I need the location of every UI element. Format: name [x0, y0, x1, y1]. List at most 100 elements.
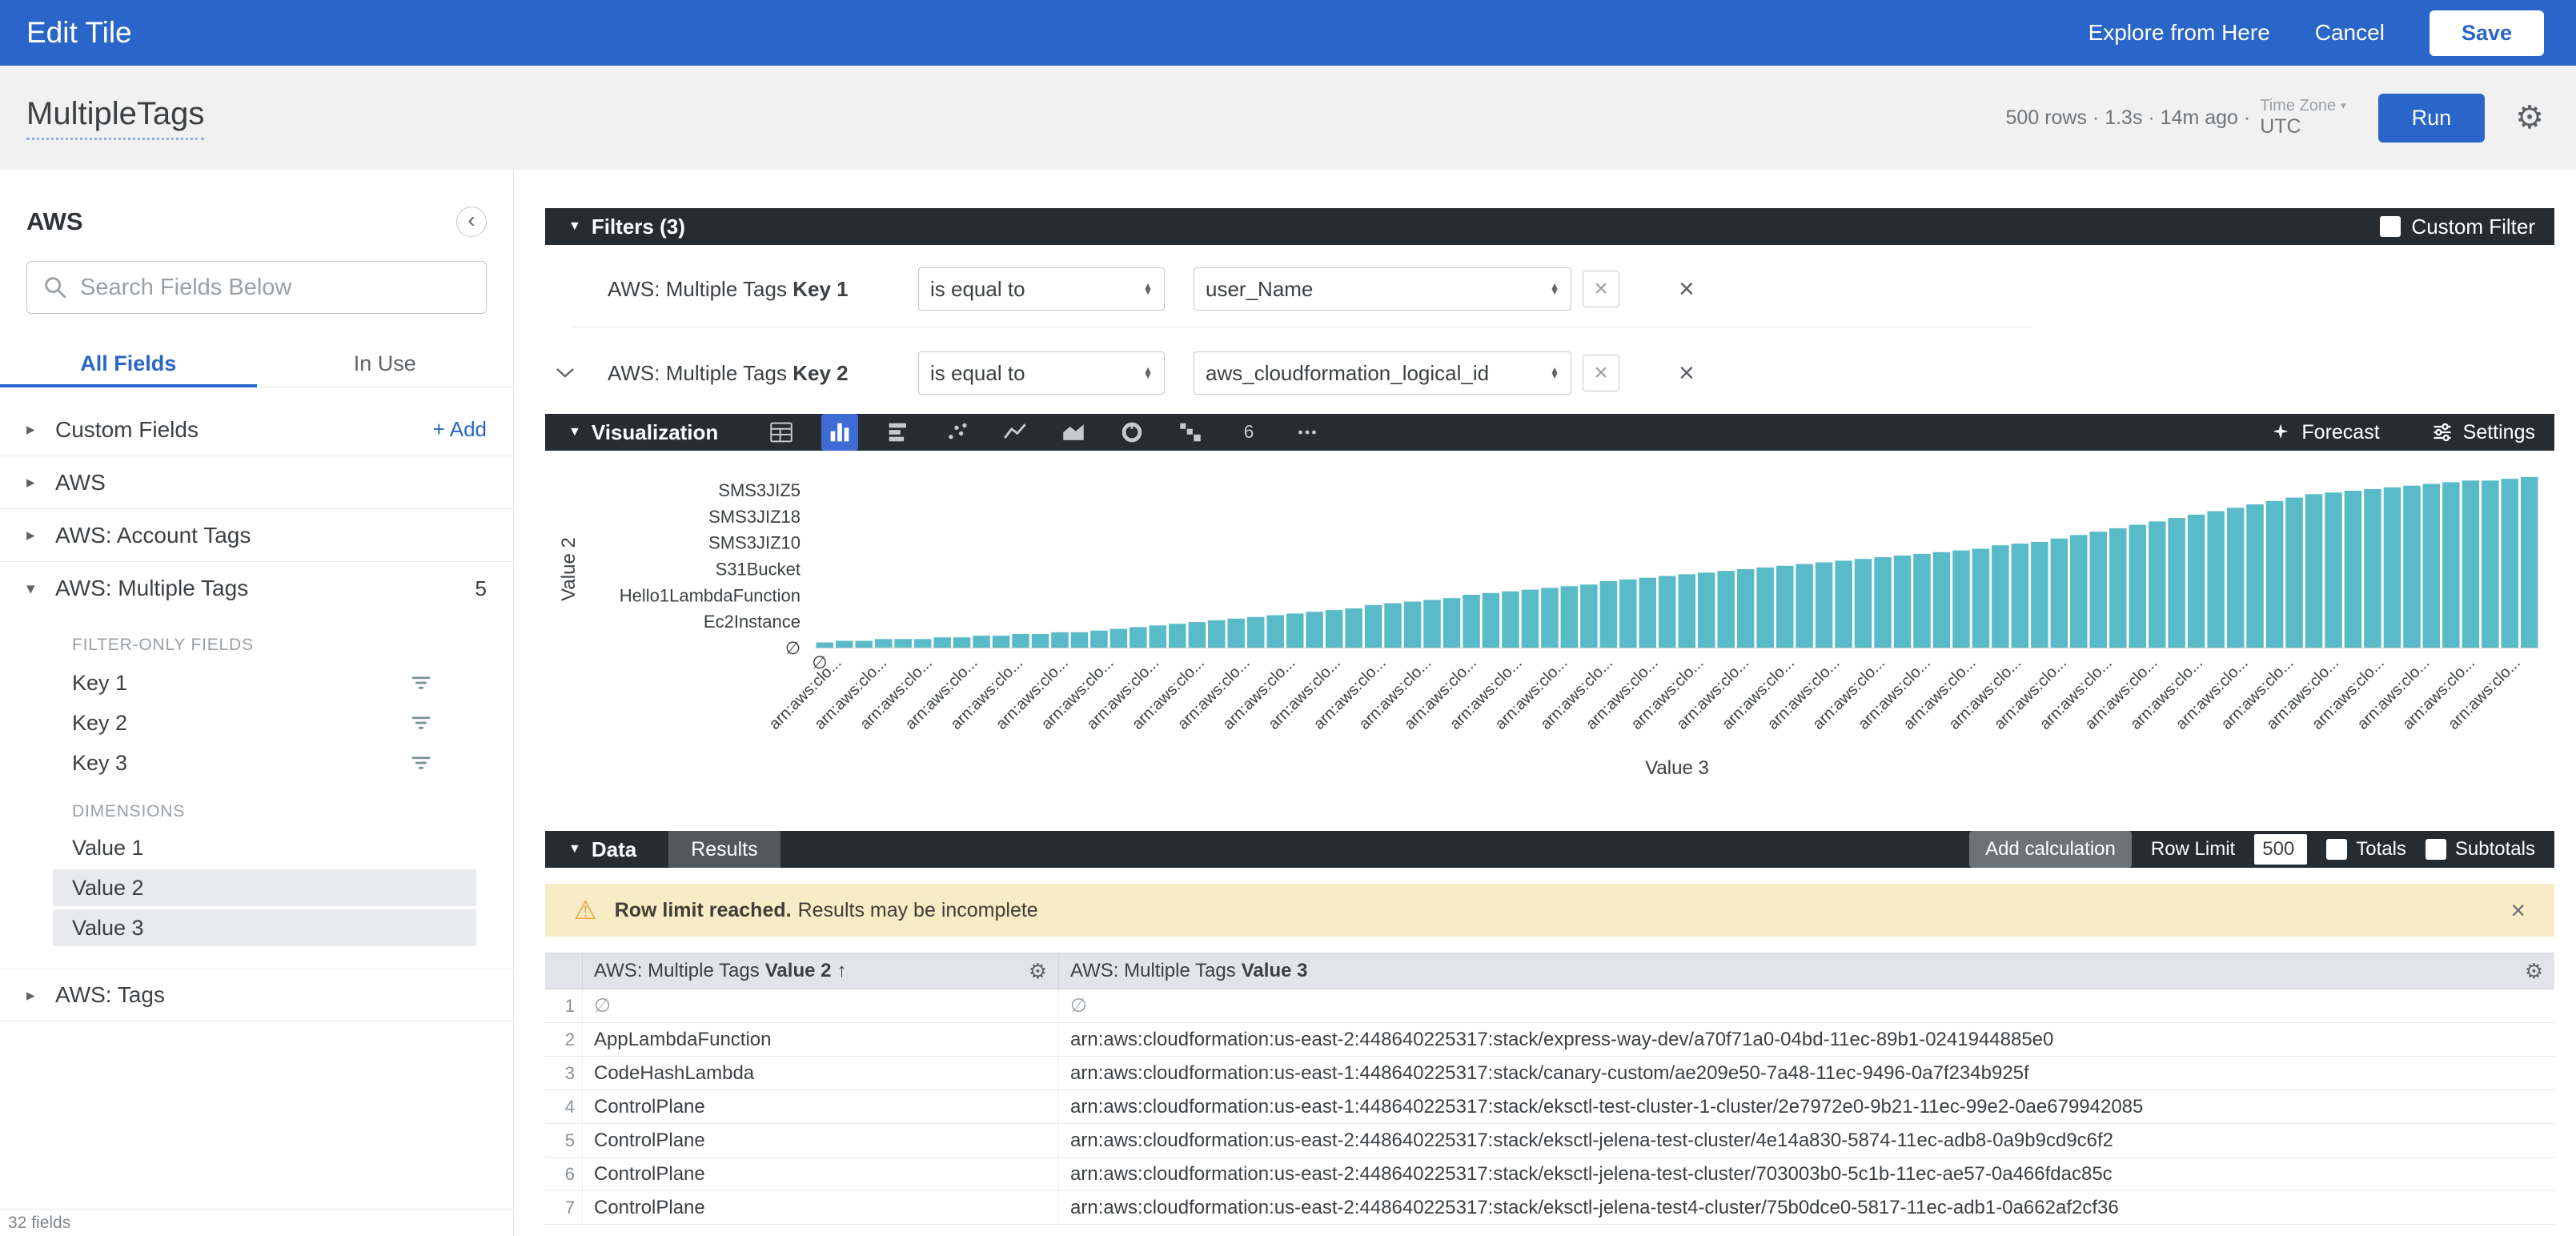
filter-operator-select[interactable]: is equal to▲▼	[918, 351, 1165, 395]
cell-value2[interactable]: ControlPlane	[583, 1090, 1059, 1123]
filters-header-bar[interactable]: ▼ Filters (3) Custom Filter	[545, 208, 2554, 245]
subtotals-toggle[interactable]: Subtotals	[2426, 838, 2535, 861]
remove-filter-button[interactable]: ×	[1679, 358, 1695, 389]
sidebar-field-key-2[interactable]: Key 2	[0, 703, 513, 743]
filter-toggle-icon[interactable]	[409, 751, 433, 775]
clear-filter-value-button[interactable]: ×	[1583, 271, 1619, 307]
sidebar-field-value-1[interactable]: Value 1	[53, 829, 476, 866]
row-limit-input[interactable]	[2254, 834, 2307, 865]
section-label: AWS: Multiple Tags	[55, 576, 248, 601]
viz-type-table-icon[interactable]	[763, 414, 800, 451]
sidebar-item-aws-multiple-tags[interactable]: ▾ AWS: Multiple Tags 5	[0, 562, 513, 615]
settings-sliders-icon	[2431, 421, 2454, 443]
filter-expand-chevron-icon[interactable]	[555, 367, 587, 379]
filter-only-fields-list: Key 1Key 2Key 3	[0, 663, 513, 783]
cell-value3[interactable]: arn:aws:cloudformation:us-east-2:4486402…	[1059, 1158, 2554, 1190]
column-header-value2[interactable]: AWS: Multiple TagsValue 2↑ ⚙	[583, 953, 1059, 989]
viz-type-line-icon[interactable]	[997, 414, 1033, 451]
tile-title[interactable]: MultipleTags	[26, 96, 204, 140]
cancel-link[interactable]: Cancel	[2315, 20, 2385, 46]
section-label: AWS: Account Tags	[55, 523, 251, 548]
viz-type-waterfall-icon[interactable]	[1172, 414, 1209, 451]
explore-from-here-link[interactable]: Explore from Here	[2088, 20, 2270, 46]
viz-tools: Forecast Settings	[2269, 421, 2535, 444]
search-input[interactable]	[80, 275, 471, 301]
column-gear-icon[interactable]: ⚙	[2525, 959, 2543, 984]
viz-type-bar-icon[interactable]	[880, 414, 917, 451]
viz-type-area-icon[interactable]	[1055, 414, 1092, 451]
viz-type-more-icon[interactable]	[1289, 414, 1326, 451]
sidebar-item-custom-fields[interactable]: ▸ Custom Fields + Add	[0, 403, 513, 456]
sidebar-field-value-2[interactable]: Value 2	[53, 869, 476, 906]
sidebar-field-key-3[interactable]: Key 3	[0, 743, 513, 783]
close-banner-icon[interactable]: ×	[2510, 896, 2526, 925]
sidebar-item-aws-tags[interactable]: ▸ AWS: Tags	[0, 969, 513, 1021]
cell-value2[interactable]: AppLambdaFunction	[583, 1023, 1059, 1056]
collapse-sidebar-button[interactable]: ‹	[456, 207, 487, 237]
clear-filter-value-button[interactable]: ×	[1583, 355, 1619, 391]
row-number: 1	[545, 989, 583, 1022]
add-custom-field-button[interactable]: + Add	[433, 417, 487, 442]
viz-settings-button[interactable]: Settings	[2431, 421, 2535, 444]
filter-operator-select[interactable]: is equal to▲▼	[918, 267, 1165, 311]
chevron-right-icon: ▸	[26, 985, 55, 1005]
cell-value3[interactable]: arn:aws:cloudformation:us-east-2:4486402…	[1059, 1124, 2554, 1157]
viz-type-donut-icon[interactable]	[1113, 414, 1150, 451]
column-gear-icon[interactable]: ⚙	[1029, 959, 1047, 984]
cell-value2[interactable]: CodeHashLambda	[583, 1057, 1059, 1090]
gear-icon[interactable]: ⚙	[2515, 99, 2544, 136]
viz-type-picker: 6	[763, 414, 1326, 451]
filter-value-select[interactable]: aws_cloudformation_logical_id▲▼	[1194, 351, 1571, 395]
sidebar-field-value-3[interactable]: Value 3	[53, 909, 476, 946]
collapse-caret-icon[interactable]: ▼	[568, 425, 581, 439]
cell-value3[interactable]: arn:aws:cloudformation:us-east-1:4486402…	[1059, 1090, 2554, 1123]
subtotals-checkbox[interactable]	[2426, 839, 2446, 860]
column-header-value3[interactable]: AWS: Multiple TagsValue 3 ⚙	[1059, 953, 2554, 989]
cell-value3[interactable]: ∅	[1059, 989, 2554, 1022]
svg-text:Ec2Instance: Ec2Instance	[704, 612, 800, 632]
chevron-down-icon: ▾	[2341, 100, 2346, 112]
save-button[interactable]: Save	[2430, 10, 2544, 56]
filter-value-select[interactable]: user_Name▲▼	[1194, 267, 1571, 311]
totals-toggle[interactable]: Totals	[2326, 838, 2406, 861]
table-row: 3CodeHashLambdaarn:aws:cloudformation:us…	[545, 1057, 2554, 1090]
data-tab[interactable]: Data	[592, 837, 636, 862]
custom-filter-toggle[interactable]: Custom Filter	[2380, 215, 2535, 239]
viz-type-column-icon[interactable]	[821, 414, 858, 451]
cell-value2[interactable]: ControlPlane	[583, 1191, 1059, 1224]
filter-field-label: AWS: Multiple Tags Key 1	[608, 277, 912, 302]
results-tab[interactable]: Results	[668, 831, 780, 868]
visualization-title: Visualization	[592, 420, 718, 445]
data-header-bar[interactable]: ▼ Data Results Add calculation Row Limit…	[545, 831, 2554, 868]
remove-filter-button[interactable]: ×	[1679, 274, 1695, 305]
tab-in-use[interactable]: In Use	[257, 341, 514, 387]
cell-value3[interactable]: arn:aws:cloudformation:us-east-2:4486402…	[1059, 1023, 2554, 1056]
forecast-button[interactable]: Forecast	[2269, 421, 2379, 444]
results-table: AWS: Multiple TagsValue 2↑ ⚙ AWS: Multip…	[545, 953, 2554, 1225]
row-number: 3	[545, 1057, 583, 1090]
sidebar-field-key-1[interactable]: Key 1	[0, 663, 513, 703]
cell-value3[interactable]: arn:aws:cloudformation:us-east-2:4486402…	[1059, 1191, 2554, 1224]
cell-value3[interactable]: arn:aws:cloudformation:us-east-1:4486402…	[1059, 1057, 2554, 1090]
timezone-selector[interactable]: Time Zone▾ UTC	[2260, 97, 2345, 138]
viz-type-scatter-icon[interactable]	[938, 414, 975, 451]
visualization-header-bar[interactable]: ▼ Visualization 6 Forecast Settings	[545, 414, 2554, 451]
viz-type-single-icon[interactable]: 6	[1230, 414, 1267, 451]
table-header-row: AWS: Multiple TagsValue 2↑ ⚙ AWS: Multip…	[545, 953, 2554, 989]
tab-all-fields[interactable]: All Fields	[0, 341, 257, 387]
add-calculation-button[interactable]: Add calculation	[1969, 831, 2132, 868]
row-limit-warning-banner: ⚠ Row limit reached. Results may be inco…	[545, 884, 2554, 937]
collapse-caret-icon[interactable]: ▼	[568, 219, 581, 234]
cell-value2[interactable]: ControlPlane	[583, 1158, 1059, 1190]
custom-filter-label: Custom Filter	[2411, 215, 2535, 239]
filter-toggle-icon[interactable]	[409, 711, 433, 735]
sidebar-item-aws[interactable]: ▸ AWS	[0, 456, 513, 509]
sidebar-item-aws-account-tags[interactable]: ▸ AWS: Account Tags	[0, 509, 513, 562]
totals-checkbox[interactable]	[2326, 839, 2347, 860]
custom-filter-checkbox[interactable]	[2380, 216, 2401, 237]
cell-value2[interactable]: ∅	[583, 989, 1059, 1022]
filter-toggle-icon[interactable]	[409, 671, 433, 695]
cell-value2[interactable]: ControlPlane	[583, 1124, 1059, 1157]
collapse-caret-icon[interactable]: ▼	[568, 842, 581, 857]
run-button[interactable]: Run	[2378, 94, 2486, 142]
